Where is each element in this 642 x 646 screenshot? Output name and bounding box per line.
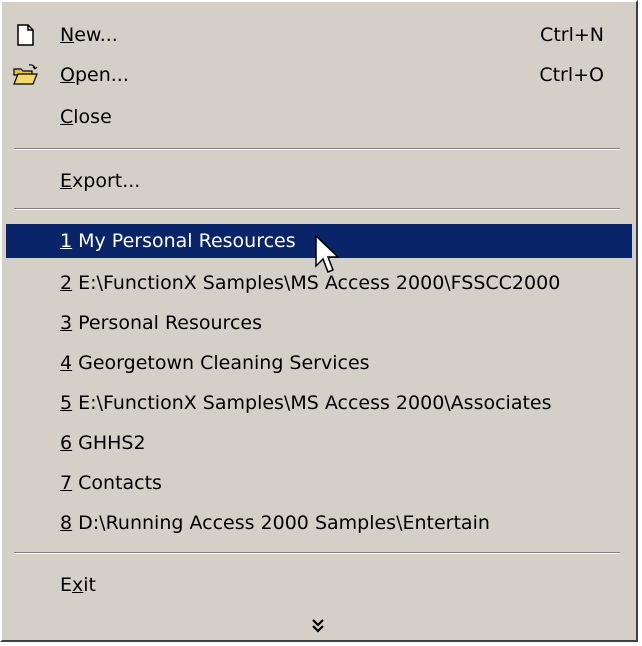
menu-item-label: Exit [60, 574, 96, 596]
menu-item-label: Open... [60, 64, 129, 86]
file-menu: New... Ctrl+N Open... Ctrl+O Close Expor… [0, 0, 638, 642]
menu-separator [14, 552, 620, 554]
recent-file-label: 4 Georgetown Cleaning Services [60, 352, 370, 374]
open-folder-icon [13, 64, 38, 85]
recent-file-label: 6 GHHS2 [60, 432, 146, 454]
recent-file-label: 8 D:\Running Access 2000 Samples\Enterta… [60, 512, 490, 534]
menu-item-label: New... [60, 24, 118, 46]
recent-file-label: 5 E:\FunctionX Samples\MS Access 2000\As… [60, 392, 552, 414]
menu-item-new[interactable]: New... Ctrl+N [6, 18, 632, 52]
recent-file-label: 1 My Personal Resources [60, 230, 296, 252]
recent-file-label: 2 E:\FunctionX Samples\MS Access 2000\FS… [60, 272, 561, 294]
recent-file-6[interactable]: 6 GHHS2 [6, 426, 632, 460]
recent-file-label: 7 Contacts [60, 472, 162, 494]
double-chevron-down-icon[interactable] [308, 616, 328, 636]
mouse-pointer-icon [315, 234, 340, 273]
recent-file-5[interactable]: 5 E:\FunctionX Samples\MS Access 2000\As… [6, 386, 632, 420]
recent-file-7[interactable]: 7 Contacts [6, 466, 632, 500]
recent-file-8[interactable]: 8 D:\Running Access 2000 Samples\Enterta… [6, 506, 632, 540]
recent-file-label: 3 Personal Resources [60, 312, 262, 334]
recent-file-4[interactable]: 4 Georgetown Cleaning Services [6, 346, 632, 380]
shortcut-label: Ctrl+O [539, 64, 604, 86]
menu-item-export[interactable]: Export... [6, 164, 632, 198]
menu-item-label: Export... [60, 170, 141, 192]
menu-item-open[interactable]: Open... Ctrl+O [6, 58, 632, 92]
menu-item-exit[interactable]: Exit [6, 568, 632, 602]
recent-file-3[interactable]: 3 Personal Resources [6, 306, 632, 340]
menu-separator [14, 148, 620, 150]
menu-separator [14, 208, 620, 210]
new-document-icon [17, 24, 34, 46]
menu-item-close[interactable]: Close [6, 100, 632, 134]
shortcut-label: Ctrl+N [540, 24, 604, 46]
menu-item-label: Close [60, 106, 112, 128]
